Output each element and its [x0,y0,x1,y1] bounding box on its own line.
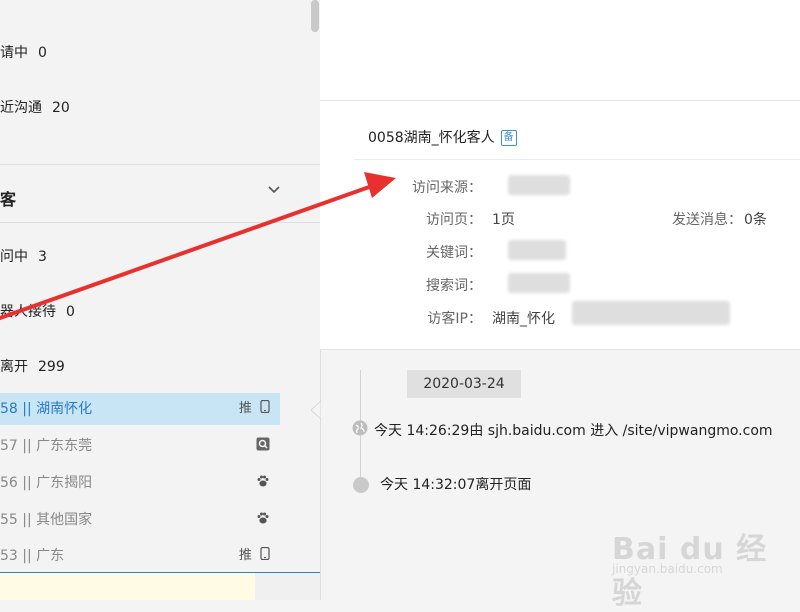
card-divider [354,159,800,160]
timeline-event-leave: 今天 14:32:07离开页面 [380,477,532,493]
group-title: 客 [0,190,17,209]
stat-count: 0 [38,45,47,61]
visitor-item[interactable]: 53 || 广东 推 [0,540,280,572]
visitor-tag [256,504,270,536]
dot-icon [353,477,369,493]
messages-label: 发送消息： [672,212,742,228]
visitor-item[interactable]: 57 || 广东东莞 [0,430,280,462]
ip-location: 湖南_怀化 [492,311,555,327]
search-term-label: 搜索词： [426,278,482,294]
status-row-left[interactable]: 离开 299 [0,356,65,376]
status-count: 299 [38,359,65,375]
search-engine-icon [256,437,270,451]
visitor-label: 58 || 湖南怀化 [0,401,93,417]
visitor-title: 0058湖南_怀化客人备 [368,127,517,147]
divider [0,222,320,223]
status-label: 问中 [0,249,28,265]
visitor-label: 57 || 广东东莞 [0,438,93,454]
ip-address-redacted [572,301,730,325]
visitor-label: 56 || 广东揭阳 [0,475,93,491]
chevron-down-icon[interactable] [266,182,282,198]
stat-count: 20 [52,100,70,116]
watermark-sub: jingyan.baidu.com [612,562,723,576]
globe-icon [352,420,368,436]
status-count: 3 [38,249,47,265]
visitor-tag [256,467,270,499]
status-label: 离开 [0,359,28,375]
source-label: 访问来源： [412,180,482,196]
baidu-jingyan-watermark: Bai du 经验 jingyan.baidu.com [600,514,780,611]
keyword-label: 关键词： [426,245,482,261]
sidebar: 请中 0 近沟通 20 客 问中 3 器人接待 0 离开 299 58 || 湖南怀化 推… [0,0,321,600]
visitor-label: 53 || 广东 [0,548,65,564]
status-row-robot[interactable]: 器人接待 0 [0,301,75,321]
chat-area-top [320,0,800,100]
visitor-item[interactable]: 58 || 湖南怀化 推 [0,393,280,425]
visitor-tag: 推 [239,540,270,572]
visitor-item[interactable]: 55 || 其他国家 [0,504,280,536]
push-tag: 推 [238,401,252,416]
visitor-name: 0058湖南_怀化客人 [368,130,495,146]
stat-label: 近沟通 [0,100,42,116]
stat-row-requesting[interactable]: 请中 0 [0,42,47,62]
ip-label: 访客IP： [427,311,482,327]
visitor-label: 55 || 其他国家 [0,512,93,528]
status-row-visiting[interactable]: 问中 3 [0,246,47,266]
pages-label: 访问页： [426,212,482,228]
sidebar-scrollbar[interactable] [311,0,319,32]
mobile-icon [260,546,270,561]
stat-row-recent[interactable]: 近沟通 20 [0,97,70,117]
paw-icon [257,475,269,487]
timeline-event-enter: 今天 14:26:29由 sjh.baidu.com 进入 /site/vipw… [374,423,773,439]
pages-value: 1页 [492,212,515,228]
visitor-info-card: 0058湖南_怀化客人备 访问来源： 访问页： 1页 发送消息： 0条 关键词：… [320,100,800,350]
status-count: 0 [66,304,75,320]
source-value-redacted [508,175,570,195]
push-tag: 推 [238,548,252,563]
visitor-tag [256,430,270,462]
mobile-icon [260,399,270,414]
input-strip-end [255,573,320,600]
input-strip[interactable] [0,572,320,600]
visitor-item[interactable]: 56 || 广东揭阳 [0,467,280,499]
paw-icon [257,512,269,524]
stat-label: 请中 [0,45,28,61]
divider [0,164,320,165]
search-term-value-redacted [508,273,570,293]
status-label: 器人接待 [0,304,56,320]
messages-value: 0条 [744,212,767,228]
remark-badge-icon[interactable]: 备 [500,130,517,146]
visitor-tag: 推 [239,393,270,425]
keyword-value-redacted [508,240,566,260]
pointer-notch [311,401,321,419]
timeline-date: 2020-03-24 [407,370,521,398]
